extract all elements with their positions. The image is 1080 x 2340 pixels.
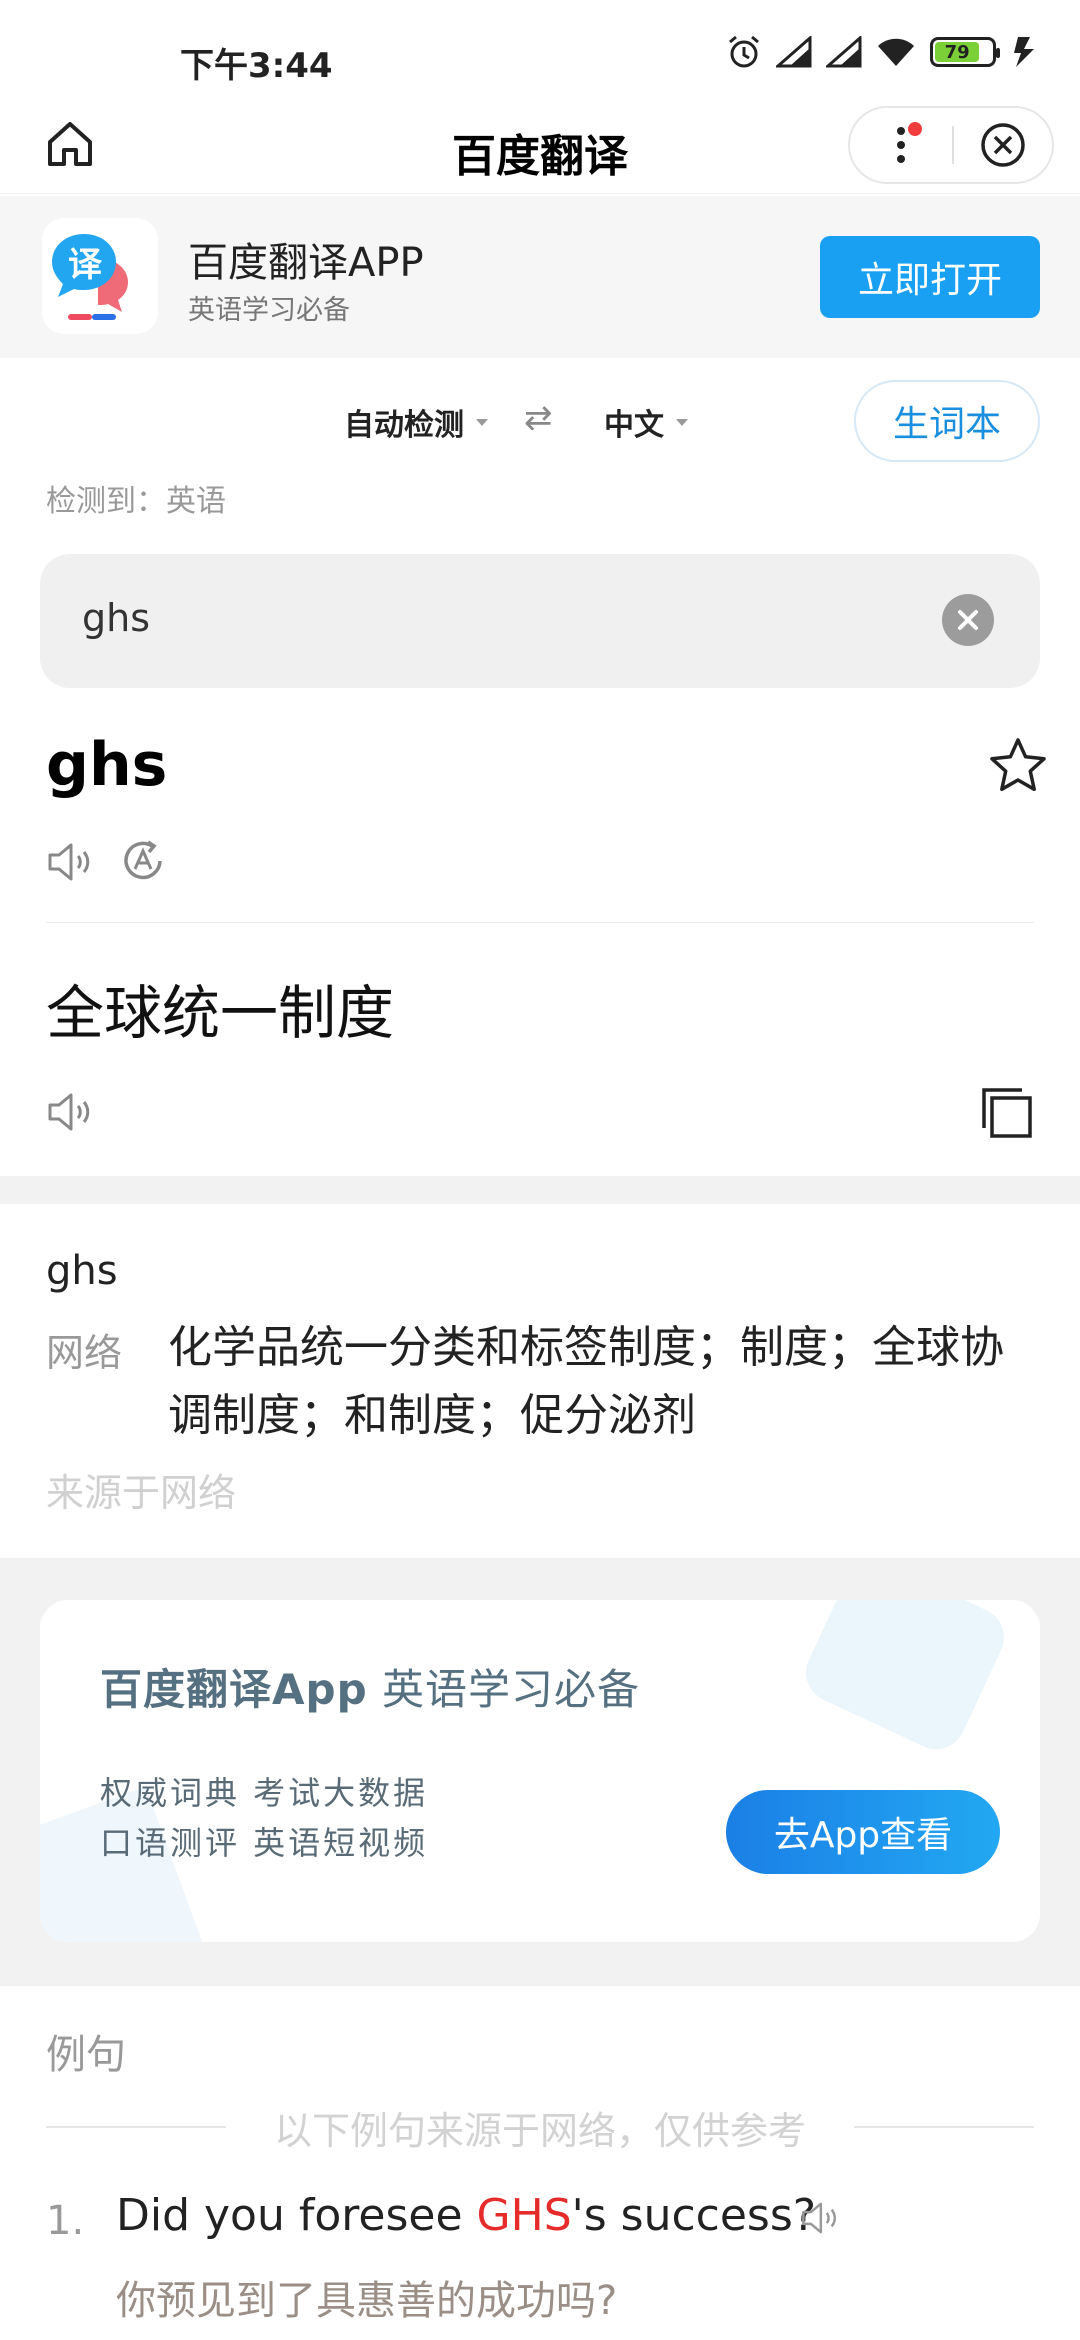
app-logo-glyph: 译 — [68, 245, 103, 285]
detected-language: 检测到：英语 — [46, 484, 226, 519]
target-language-dropdown[interactable]: 中文 — [604, 400, 688, 444]
wifi-icon — [878, 38, 914, 66]
clear-input-button[interactable] — [942, 594, 994, 646]
dict-definition: 化学品统一分类和标签制度；制度；全球协调制度；和制度；促分泌剂 — [168, 1322, 1004, 1441]
charging-icon — [1014, 37, 1034, 67]
signal-icon — [776, 36, 812, 68]
example-number: 1. — [46, 2198, 85, 2244]
example-sentence-en: Did you foresee GHS's success? — [116, 2190, 816, 2241]
battery-level: 79 — [935, 42, 980, 63]
dict-headword: ghs — [46, 1248, 118, 1294]
favorite-star-icon[interactable] — [988, 736, 1048, 796]
chevron-down-icon — [676, 418, 688, 426]
notification-dot — [908, 122, 922, 136]
example-highlight: GHS — [476, 2190, 572, 2241]
status-icons: 79 — [726, 34, 1040, 70]
wordbook-button[interactable]: 生词本 — [854, 380, 1040, 462]
battery-icon: 79 — [930, 37, 1000, 67]
dict-tag: 网络 — [46, 1331, 123, 1375]
speaker-icon[interactable] — [46, 838, 94, 886]
translation-result: 全球统一制度 — [46, 979, 395, 1047]
input-text[interactable]: ghs — [82, 596, 150, 640]
chevron-down-icon — [476, 418, 488, 426]
decorative-letter-b — [796, 1600, 1014, 1759]
example-text: Did you foresee — [116, 2190, 477, 2241]
close-circle-icon — [981, 123, 1025, 167]
copy-icon[interactable] — [980, 1086, 1034, 1140]
alarm-icon — [729, 35, 759, 68]
promo-feature-line: 权威词典 考试大数据 — [100, 1774, 429, 1812]
source-word: ghs — [46, 730, 168, 800]
example-sentence-zh: 你预见到了具惠善的成功吗? — [116, 2278, 618, 2324]
app-download-banner: 译 百度翻译APP 英语学习必备 立即打开 — [0, 196, 1080, 358]
language-selector: 自动检测 ⇄ 中文 生词本 — [0, 370, 1080, 470]
status-time: 下午3:44 — [180, 46, 333, 86]
example-text: 's success? — [571, 2190, 817, 2241]
go-to-app-button[interactable]: 去App查看 — [726, 1790, 1000, 1874]
examples-header: 例句 — [46, 2032, 126, 2078]
clear-icon — [958, 610, 978, 630]
speaker-icon[interactable] — [800, 2198, 840, 2238]
promo-feature-line: 口语测评 英语短视频 — [100, 1824, 429, 1862]
more-dots-icon — [897, 127, 905, 163]
close-button[interactable] — [954, 108, 1052, 182]
source-language-label: 自动检测 — [344, 408, 464, 443]
app-logo-icon: 译 — [42, 218, 158, 334]
divider — [854, 2126, 1034, 2128]
nav-bar: 百度翻译 — [0, 100, 1080, 194]
translate-input[interactable]: ghs — [40, 554, 1040, 688]
signal-icon — [826, 36, 862, 68]
section-gap — [0, 1176, 1080, 1204]
dict-source-note: 来源于网络 — [46, 1471, 237, 1515]
app-promo-card[interactable]: 百度翻译App 英语学习必备 权威词典 考试大数据 口语测评 英语短视频 去Ap… — [40, 1600, 1040, 1942]
mini-program-capsule — [848, 106, 1054, 184]
divider — [46, 922, 1034, 923]
banner-subtitle: 英语学习必备 — [188, 295, 350, 326]
target-language-label: 中文 — [604, 408, 664, 443]
promo-title: 百度翻译App 英语学习必备 — [100, 1656, 640, 1717]
promo-title-rest: 英语学习必备 — [367, 1665, 640, 1714]
swap-languages-icon[interactable]: ⇄ — [524, 398, 553, 438]
speaker-icon[interactable] — [46, 1088, 94, 1136]
more-button[interactable] — [850, 108, 952, 182]
promo-title-app: 百度翻译App — [100, 1665, 368, 1714]
source-language-dropdown[interactable]: 自动检测 — [344, 400, 488, 444]
auto-play-icon[interactable] — [118, 836, 168, 886]
open-app-button[interactable]: 立即打开 — [820, 236, 1040, 318]
banner-app-name: 百度翻译APP — [188, 240, 424, 286]
status-bar: 下午3:44 79 — [0, 0, 1080, 100]
